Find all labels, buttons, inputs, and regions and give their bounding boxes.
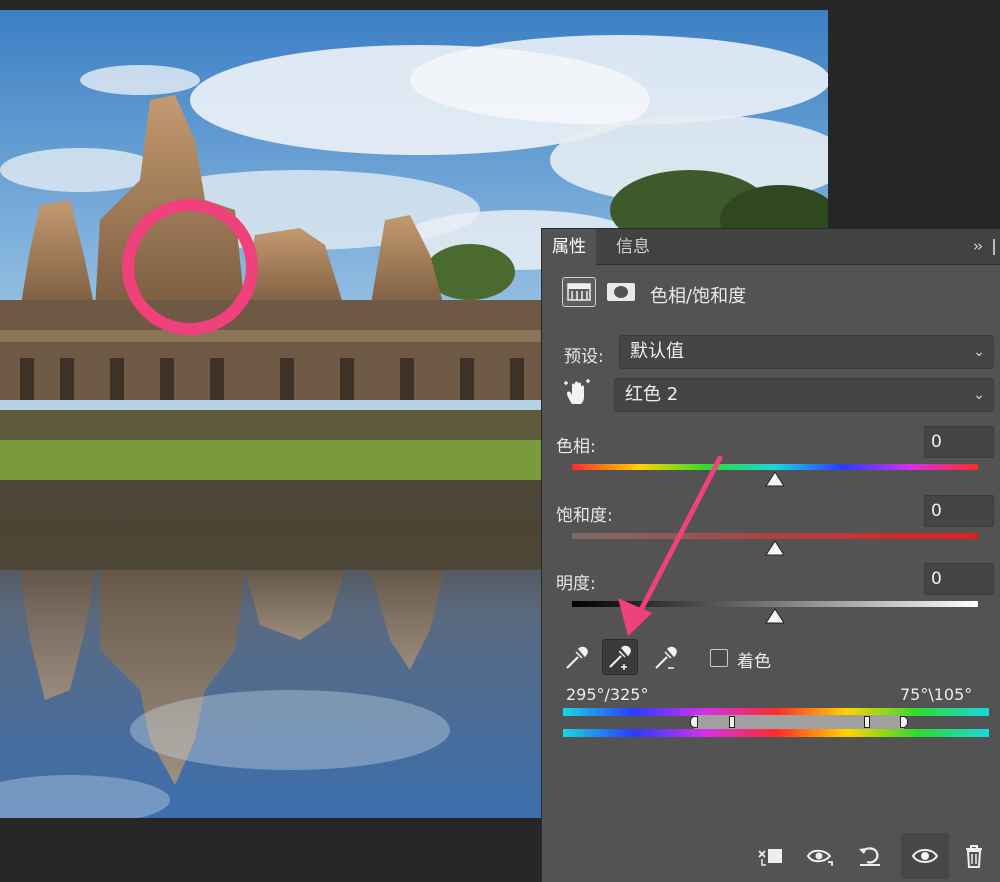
colorize-checkbox[interactable] <box>710 649 728 667</box>
range-inner-left-handle[interactable] <box>729 716 735 728</box>
panel-tabbar: 属性 信息 ›› <box>542 229 1000 266</box>
collapse-panel-button[interactable]: ›› <box>973 237 983 255</box>
range-left-label: 295°/325° <box>566 685 649 704</box>
preset-label: 预设: <box>564 347 604 367</box>
range-outer-left-handle[interactable] <box>690 716 698 728</box>
clip-to-layer-icon[interactable] <box>754 841 786 871</box>
properties-panel: 属性 信息 ›› 色相/饱和度 预设: 默认值 ⌄ 红色 2 ⌄ 色相: 0 饱… <box>541 228 1000 882</box>
chevron-down-icon: ⌄ <box>973 344 985 360</box>
range-outer-right-handle[interactable] <box>900 716 908 728</box>
range-right-label: 75°\105° <box>900 685 973 704</box>
eyedropper-icon[interactable] <box>559 639 595 675</box>
hue-range-bottom-bar <box>563 729 989 737</box>
tab-info[interactable]: 信息 <box>606 229 660 265</box>
tab-properties[interactable]: 属性 <box>542 229 596 266</box>
saturation-slider-track[interactable] <box>572 533 978 539</box>
delete-trash-icon[interactable] <box>958 841 990 871</box>
adjustment-layer-icon[interactable] <box>562 277 596 307</box>
lightness-slider-track[interactable] <box>572 601 978 607</box>
eyedropper-subtract-icon[interactable] <box>648 639 684 675</box>
channel-value: 红色 2 <box>625 384 679 405</box>
layer-mask-icon[interactable] <box>604 277 638 307</box>
lightness-input[interactable]: 0 <box>924 563 994 595</box>
eyedropper-add-icon[interactable] <box>602 639 638 675</box>
range-inner-right-handle[interactable] <box>864 716 870 728</box>
panel-menu-icon[interactable] <box>993 239 995 255</box>
view-previous-state-icon[interactable] <box>804 841 836 871</box>
lightness-label: 明度: <box>556 574 596 594</box>
preset-value: 默认值 <box>630 341 684 362</box>
saturation-label: 饱和度: <box>556 506 613 526</box>
preset-dropdown[interactable]: 默认值 ⌄ <box>619 335 994 369</box>
adjustment-title: 色相/饱和度 <box>650 286 747 307</box>
reset-icon[interactable] <box>854 841 886 871</box>
hue-label: 色相: <box>556 437 596 457</box>
hue-input[interactable]: 0 <box>924 426 994 458</box>
channel-dropdown[interactable]: 红色 2 ⌄ <box>614 378 994 412</box>
saturation-input[interactable]: 0 <box>924 495 994 527</box>
colorize-label: 着色 <box>737 652 771 672</box>
visibility-eye-icon[interactable] <box>909 841 941 871</box>
hue-slider-track[interactable] <box>572 464 978 470</box>
hue-range-selection[interactable] <box>694 715 904 729</box>
chevron-down-icon: ⌄ <box>973 387 985 403</box>
on-image-adjust-hand-icon[interactable] <box>562 377 592 407</box>
